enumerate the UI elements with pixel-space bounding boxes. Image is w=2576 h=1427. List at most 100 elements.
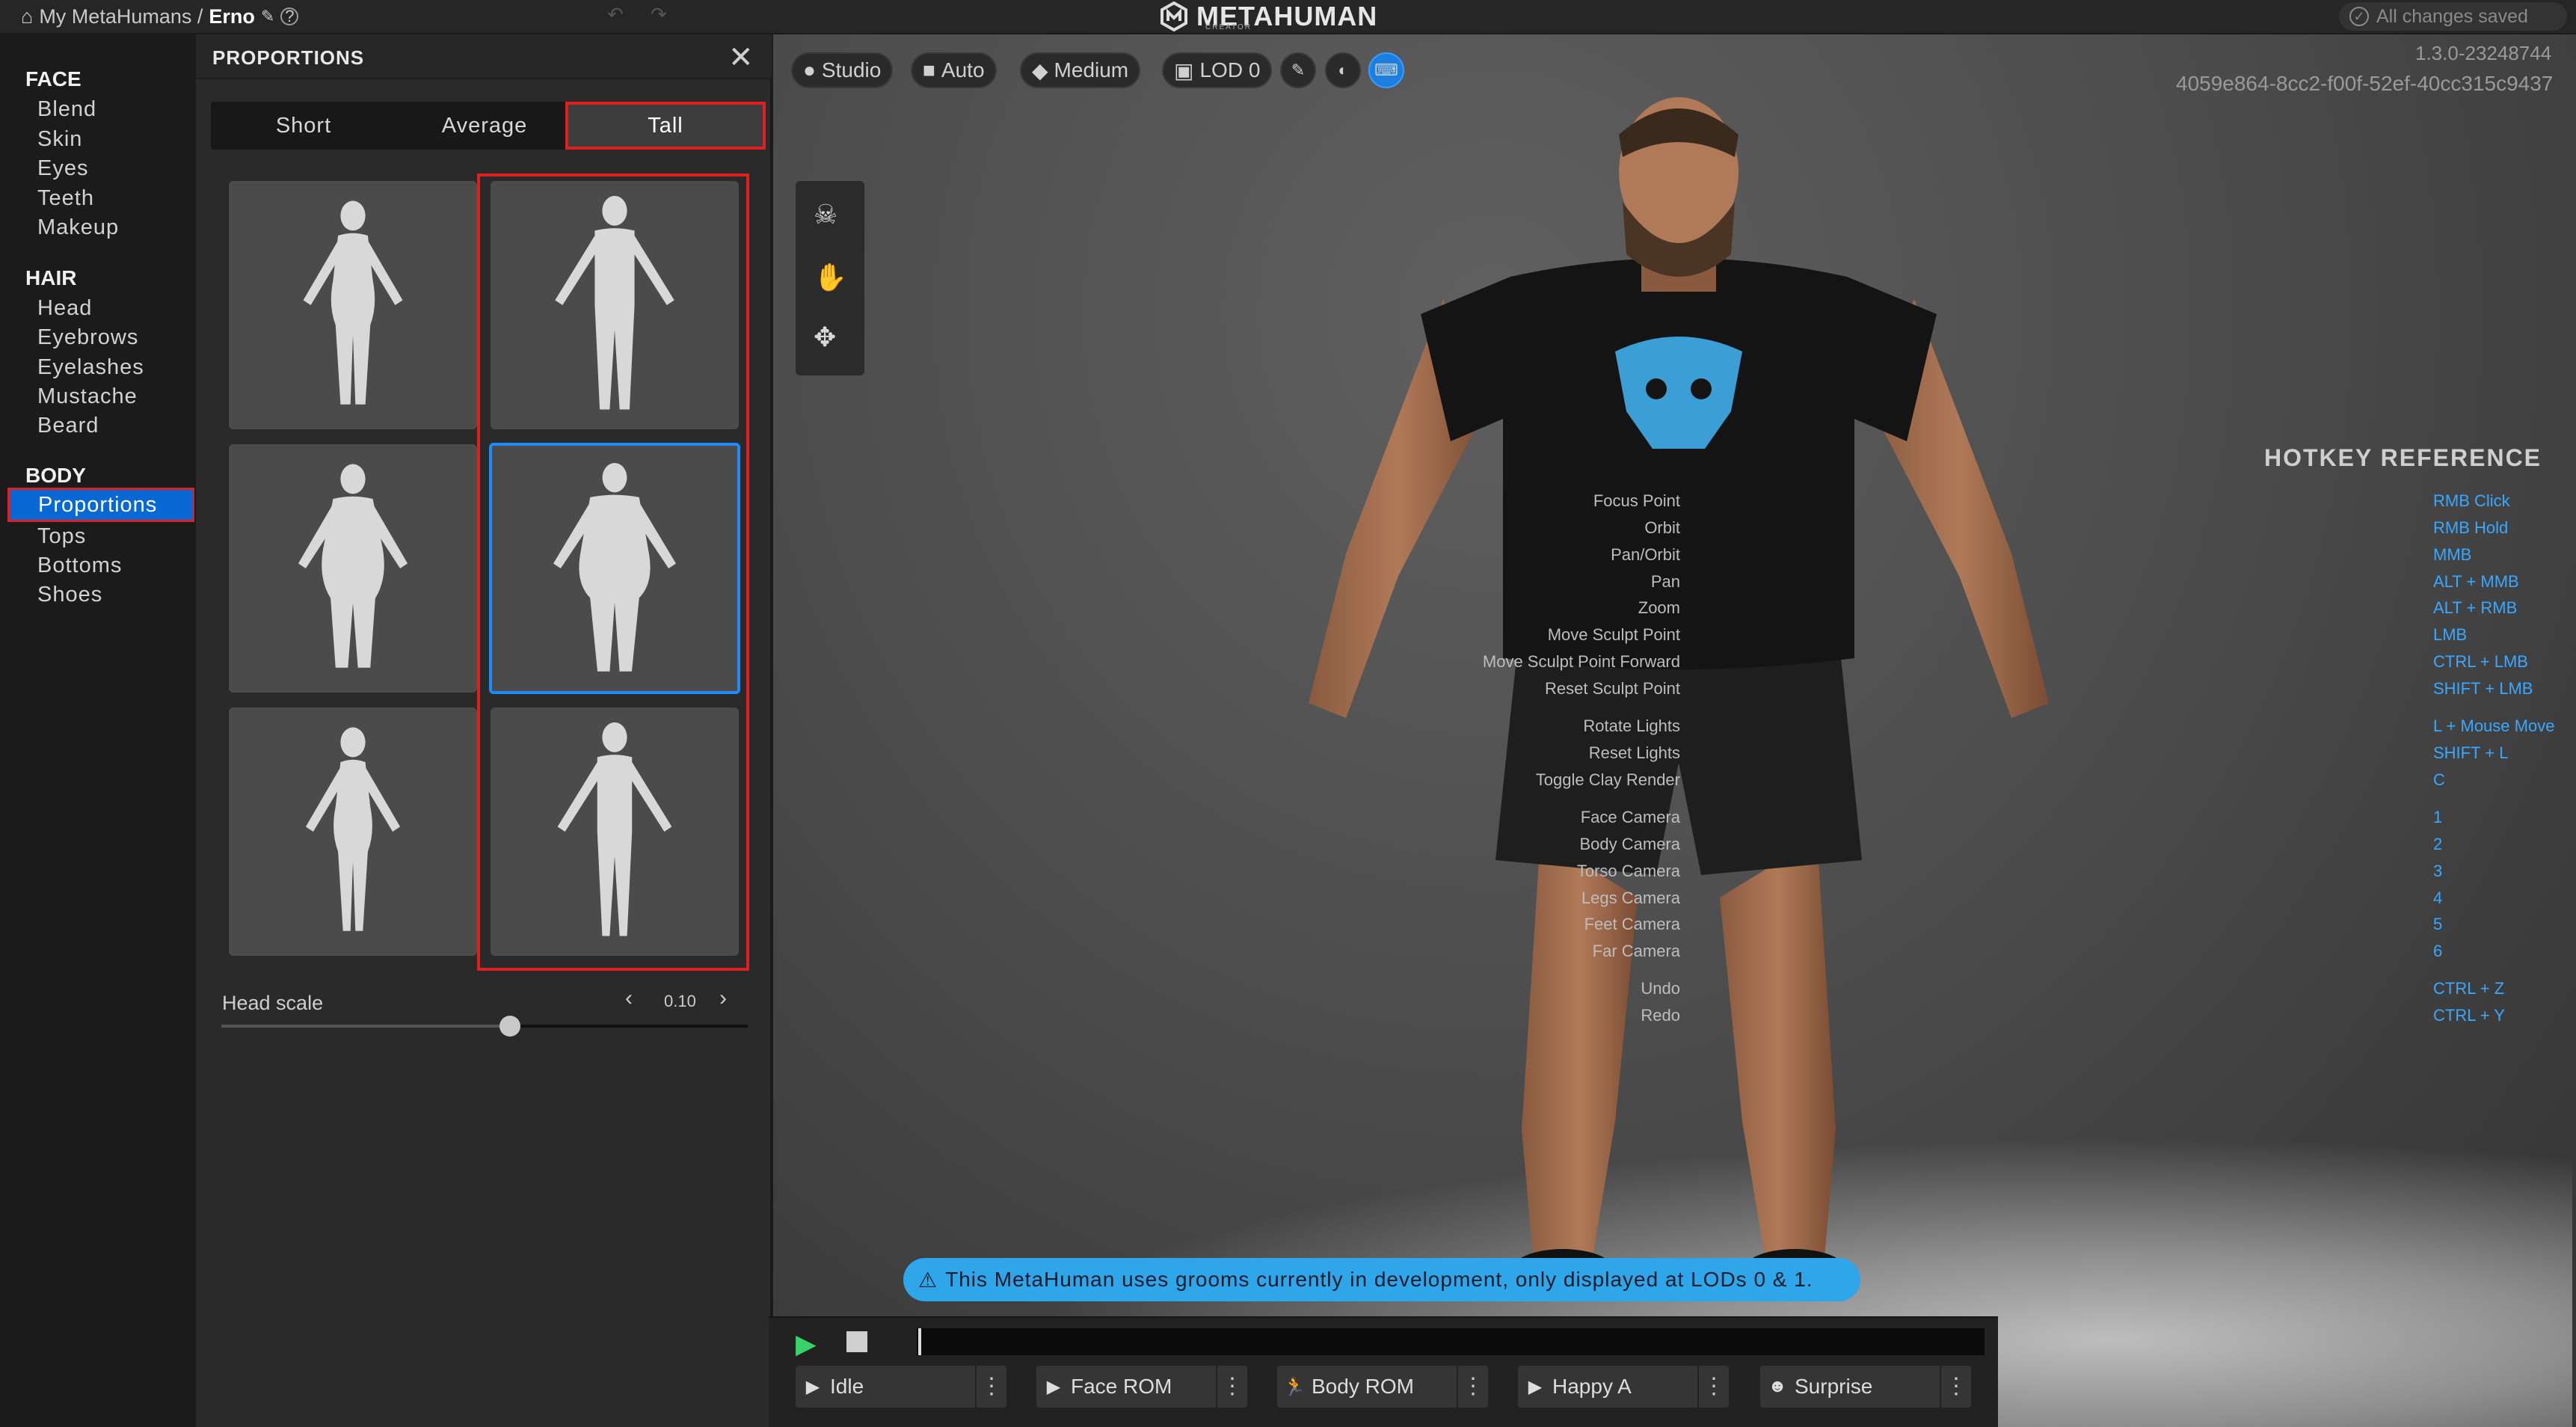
nav-item-eyelashes[interactable]: Eyelashes — [37, 355, 144, 380]
hotkey-value: C — [2433, 770, 2445, 789]
more-icon[interactable]: ⋮ — [975, 1366, 1006, 1408]
hotkey-key: Face Camera — [1580, 808, 1680, 826]
breadcrumb: ⌂ My MetaHumans / Erno ✎ ? — [21, 1, 299, 31]
close-icon[interactable]: ✕ — [728, 39, 754, 76]
quality-label: Medium — [1054, 58, 1129, 82]
hotkey-value: CTRL + Y — [2433, 1006, 2505, 1025]
help-icon[interactable]: ? — [280, 7, 299, 25]
hotkey-value: 4 — [2433, 889, 2443, 907]
more-icon[interactable]: ⋮ — [1457, 1366, 1488, 1408]
head-scale-value[interactable]: 0.10 — [664, 992, 696, 1011]
hotkey-key: Body Camera — [1579, 835, 1680, 853]
body-preset-thumb[interactable] — [229, 708, 477, 956]
nav-item-mustache[interactable]: Mustache — [37, 384, 138, 409]
head-scale-handle[interactable] — [499, 1016, 520, 1037]
nav-item-teeth[interactable]: Teeth — [37, 186, 94, 211]
body-preset-thumb[interactable] — [229, 181, 477, 429]
anim-idle[interactable]: ▶ Idle ⋮ — [796, 1366, 1006, 1408]
hotkey-key: Feet Camera — [1584, 915, 1680, 933]
edit-icon[interactable]: ✎ — [261, 7, 274, 26]
timeline[interactable] — [917, 1328, 1985, 1355]
stop-icon[interactable] — [846, 1331, 867, 1352]
nav-item-shoes[interactable]: Shoes — [37, 583, 102, 607]
increment-icon[interactable]: › — [719, 986, 727, 1011]
decrement-icon[interactable]: ‹ — [625, 986, 633, 1011]
nav-heading-face: FACE — [25, 67, 82, 90]
left-nav — [0, 34, 196, 1427]
hotkey-value: CTRL + Z — [2433, 979, 2505, 998]
warning-text: This MetaHuman uses grooms currently in … — [945, 1268, 1813, 1291]
anim-surprise[interactable]: ☻ Surprise ⋮ — [1760, 1366, 1971, 1408]
anim-label: Happy A — [1552, 1375, 1632, 1398]
tab-short[interactable]: Short — [214, 102, 393, 150]
hotkey-value: ALT + MMB — [2433, 572, 2519, 591]
hotkey-key: Orbit — [1644, 518, 1680, 537]
keyboard-icon[interactable]: ⌨ — [1368, 52, 1404, 88]
hotkey-value: ALT + RMB — [2433, 598, 2518, 617]
rotate-hand-icon[interactable]: ✋ — [814, 262, 847, 293]
home-icon[interactable]: ⌂ — [21, 5, 33, 28]
highlight-box — [477, 174, 749, 971]
hotkey-key: Reset Sculpt Point — [1545, 679, 1680, 698]
head-scale-fill — [221, 1025, 510, 1028]
save-status-text: All changes saved — [2376, 5, 2528, 27]
nav-item-head[interactable]: Head — [37, 296, 92, 321]
hotkey-key: Pan — [1650, 572, 1680, 591]
more-icon[interactable]: ⋮ — [1940, 1366, 1971, 1408]
quality-button[interactable]: ◆ Medium — [1020, 52, 1141, 88]
skull-icon[interactable]: ☠ — [814, 199, 837, 230]
nav-heading-hair: HAIR — [25, 266, 77, 289]
nav-item-beard[interactable]: Beard — [37, 414, 99, 438]
tab-average[interactable]: Average — [395, 102, 574, 150]
hotkey-key: Toggle Clay Render — [1535, 770, 1680, 789]
lighting-button[interactable]: ● Studio — [791, 52, 894, 88]
hotkey-value: 3 — [2433, 862, 2443, 880]
nav-item-bottoms[interactable]: Bottoms — [37, 553, 122, 578]
run-icon: 🏃 — [1283, 1376, 1306, 1397]
undo-icon[interactable]: ↶ — [607, 3, 624, 26]
check-circle-icon: ✓ — [2349, 7, 2369, 26]
nav-item-proportions[interactable]: Proportions — [7, 488, 194, 522]
cube-icon: ▣ — [1174, 58, 1194, 82]
body-preset-thumb[interactable] — [229, 444, 477, 693]
nav-item-makeup[interactable]: Makeup — [37, 215, 119, 240]
light-icon: ● — [803, 58, 816, 82]
nav-item-eyebrows[interactable]: Eyebrows — [37, 325, 138, 350]
timeline-playhead[interactable] — [918, 1328, 921, 1355]
nav-item-tops[interactable]: Tops — [37, 524, 86, 549]
tab-tall[interactable]: Tall — [565, 102, 766, 150]
play-icon[interactable]: ▶ — [796, 1328, 817, 1360]
anim-face-rom[interactable]: ▶ Face ROM ⋮ — [1036, 1366, 1247, 1408]
breadcrumb-root[interactable]: My MetaHumans / — [39, 5, 203, 28]
asset-id-text: 4059e864-8cc2-f00f-52ef-40cc315c9437 — [2176, 72, 2554, 95]
nav-item-skin[interactable]: Skin — [37, 127, 82, 152]
camera-button[interactable]: ■ Auto — [911, 52, 997, 88]
panel-title: PROPORTIONS — [212, 46, 365, 69]
more-icon[interactable]: ⋮ — [1216, 1366, 1247, 1408]
move-icon[interactable]: ✥ — [814, 322, 836, 353]
hotkey-value: SHIFT + LMB — [2433, 679, 2533, 698]
hotkey-key: Redo — [1641, 1006, 1680, 1025]
lod-button[interactable]: ▣ LOD 0 — [1162, 52, 1273, 88]
nav-heading-body: BODY — [25, 464, 86, 487]
hotkey-value: LMB — [2433, 625, 2468, 644]
anim-body-rom[interactable]: 🏃 Body ROM ⋮ — [1277, 1366, 1488, 1408]
breadcrumb-current: Erno — [209, 4, 255, 28]
hotkey-value: RMB Hold — [2433, 518, 2509, 537]
bone-icon[interactable]: ✎ — [1280, 52, 1316, 88]
anim-happy-a[interactable]: ▶ Happy A ⋮ — [1518, 1366, 1729, 1408]
hotkey-key: Far Camera — [1592, 942, 1680, 960]
version-text: 1.3.0-23248744 — [2415, 42, 2552, 64]
hotkey-key: Undo — [1641, 979, 1680, 998]
camera-icon: ■ — [923, 58, 935, 82]
hotkey-key: Reset Lights — [1588, 743, 1680, 762]
nav-item-blend[interactable]: Blend — [37, 97, 96, 122]
warning-banner: ⚠ This MetaHuman uses grooms currently i… — [903, 1258, 1860, 1301]
hotkey-value: L + Mouse Move — [2433, 716, 2555, 735]
hotkey-value: CTRL + LMB — [2433, 652, 2528, 671]
more-icon[interactable]: ⋮ — [1697, 1366, 1729, 1408]
redo-icon[interactable]: ↷ — [651, 3, 667, 26]
nav-item-eyes[interactable]: Eyes — [37, 156, 88, 181]
brand-sub: CREATOR — [1205, 23, 1252, 31]
clay-render-icon[interactable]: ◐ — [1325, 52, 1361, 88]
